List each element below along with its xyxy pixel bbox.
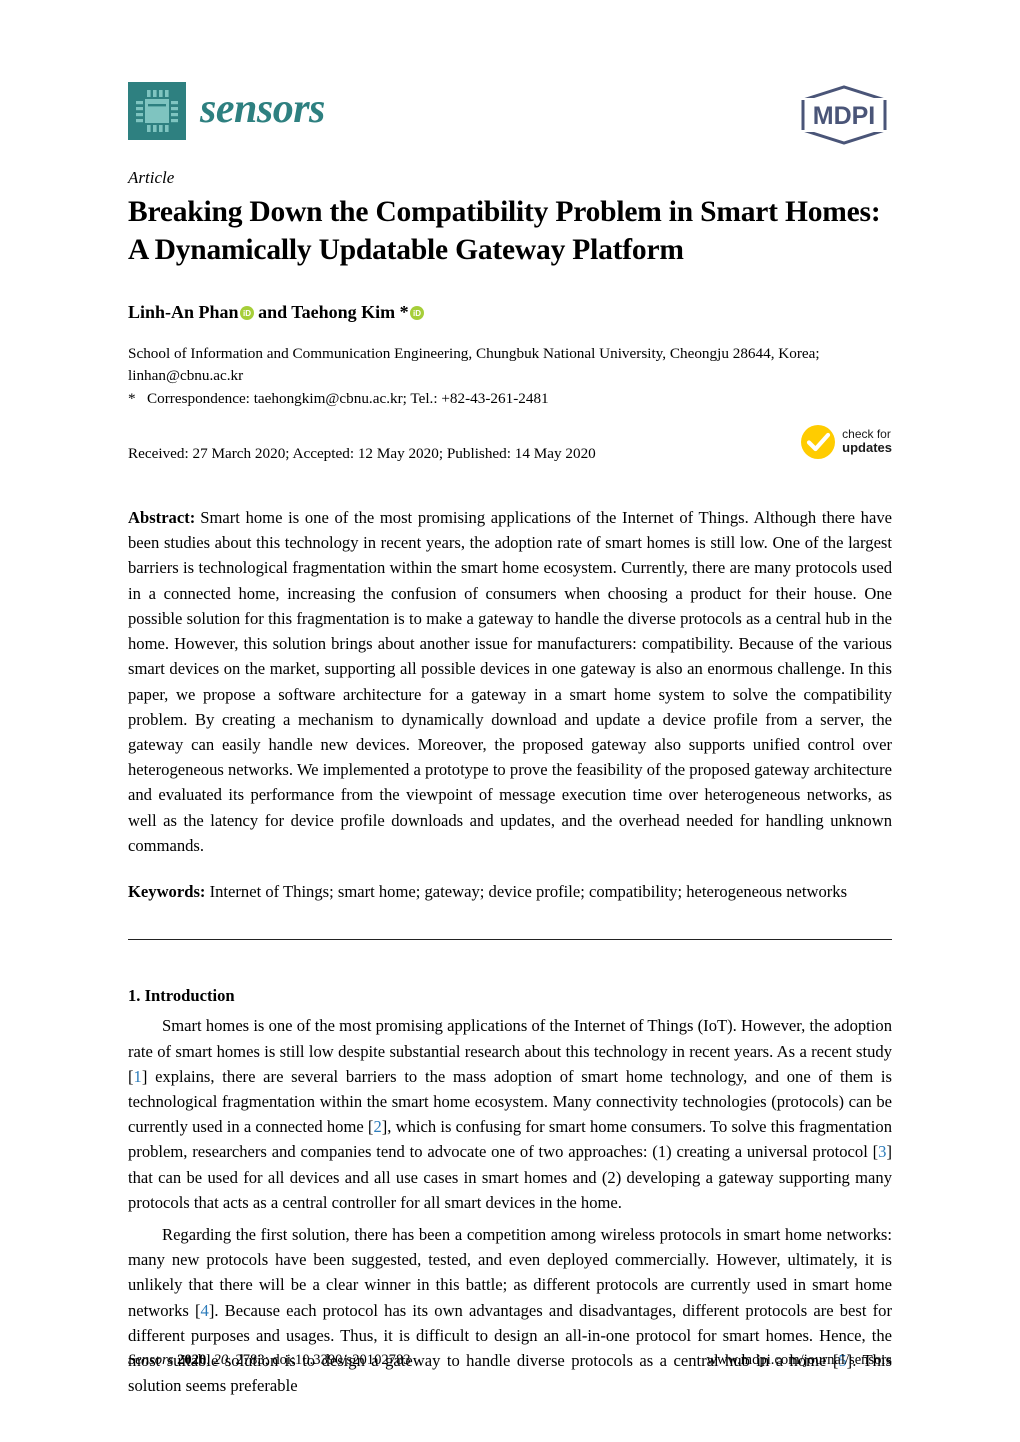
masthead: sensors MDPI	[128, 76, 892, 168]
body-sections: 1. Introduction Smart homes is one of th…	[128, 986, 892, 1398]
journal-name: sensors	[200, 86, 325, 132]
article-type-label: Article	[128, 168, 175, 187]
page-footer: Sensors 2020, 20, 2783; doi:10.3390/s201…	[128, 1352, 892, 1369]
author-name-1: Linh-An Phan	[128, 301, 239, 322]
mdpi-logo: MDPI	[796, 84, 892, 146]
correspondence-line: * Correspondence: taehongkim@cbnu.ac.kr;…	[128, 388, 892, 410]
crossmark-line-1: check for	[842, 427, 891, 442]
section-divider	[128, 939, 892, 941]
footer-journal-name: Sensors	[128, 1352, 174, 1368]
svg-text:MDPI: MDPI	[813, 102, 876, 130]
orcid-icon[interactable]: iD	[409, 305, 424, 320]
author-conjunction: and	[253, 301, 292, 322]
orcid-icon[interactable]: iD	[239, 305, 254, 320]
correspondence-marker: *	[128, 390, 136, 408]
paragraph: Regarding the first solution, there has …	[128, 1225, 892, 1396]
microchip-icon	[128, 82, 186, 140]
footer-citation: Sensors 2020, 20, 2783; doi:10.3390/s201…	[128, 1352, 411, 1369]
citation-link[interactable]: 2	[373, 1117, 381, 1136]
footer-url: www.mdpi.com/journal/sensors	[706, 1352, 892, 1368]
affiliations: School of Information and Communication …	[128, 343, 892, 410]
section-heading-introduction: 1. Introduction	[128, 986, 235, 1006]
paper-page: sensors MDPI Article Breaking Down the C…	[0, 0, 1020, 1442]
page-title: Breaking Down the Compatibility Problem …	[128, 196, 881, 267]
citation-link[interactable]: 1	[134, 1067, 142, 1086]
footer-year: 2020	[177, 1352, 207, 1368]
citation-link[interactable]: 4	[201, 1301, 209, 1320]
crossmark-badge[interactable]: check for updates	[800, 424, 892, 460]
svg-text:iD: iD	[413, 309, 421, 318]
check-circle-icon	[800, 424, 836, 460]
abstract-text: Smart home is one of the most promising …	[128, 508, 892, 855]
paragraph: Smart homes is one of the most promising…	[128, 1016, 892, 1212]
keywords-label: Keywords:	[128, 882, 206, 902]
footer-doi: , 2783; doi:10.3390/s20102783	[228, 1352, 411, 1368]
author-name-2: Taehong Kim *	[291, 301, 409, 322]
keywords-text: Internet of Things; smart home; gateway;…	[209, 882, 848, 902]
correspondence-text: Correspondence: taehongkim@cbnu.ac.kr; T…	[147, 390, 549, 408]
crossmark-label: check for updates	[842, 427, 892, 456]
author-list: Linh-An Phan iD and Taehong Kim * iD	[128, 301, 892, 324]
journal-brand: sensors	[128, 82, 325, 140]
keywords: Keywords: Internet of Things; smart home…	[128, 879, 892, 904]
page-content: sensors MDPI Article Breaking Down the C…	[128, 0, 892, 1399]
abstract-label: Abstract:	[128, 508, 196, 528]
publication-dates: Received: 27 March 2020; Accepted: 12 Ma…	[128, 445, 596, 463]
abstract: Abstract: Smart home is one of the most p…	[128, 505, 892, 858]
affiliation-line-1: School of Information and Communication …	[128, 345, 820, 363]
affiliation-email: linhan@cbnu.ac.kr	[128, 366, 244, 384]
crossmark-line-2: updates	[842, 440, 892, 456]
dates-row: Received: 27 March 2020; Accepted: 12 Ma…	[128, 425, 892, 477]
footer-volume: , 20	[206, 1352, 229, 1368]
svg-text:iD: iD	[243, 309, 251, 318]
